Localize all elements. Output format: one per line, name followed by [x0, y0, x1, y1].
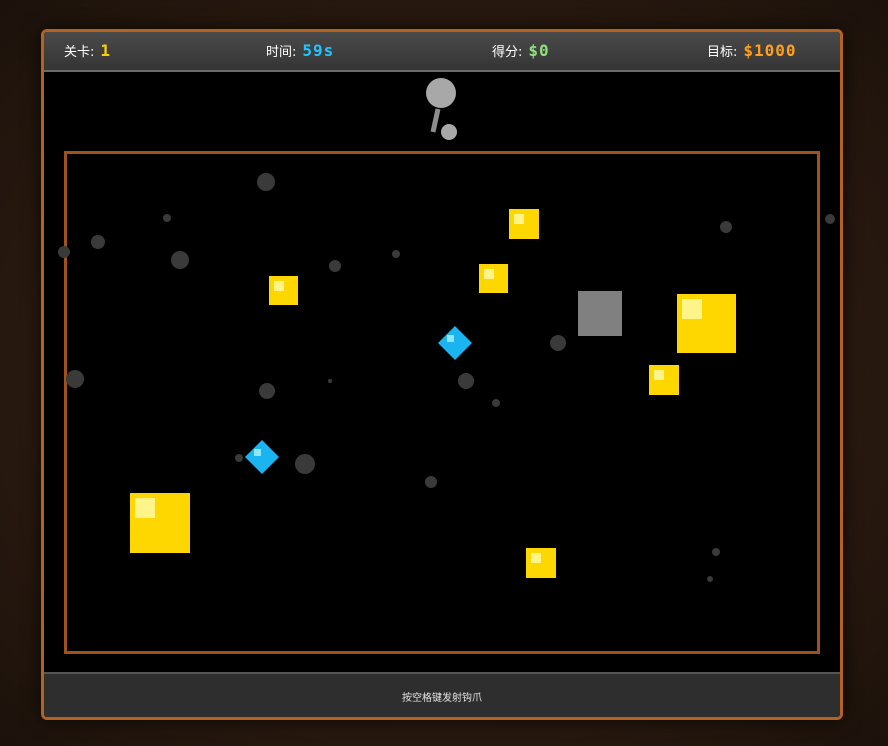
control-hint: 按空格键发射钩爪	[402, 693, 482, 704]
gold-nugget-large-1	[677, 294, 736, 353]
claw-pivot	[426, 78, 456, 108]
gold-nugget-small-4	[649, 365, 679, 395]
stone-block	[578, 291, 622, 336]
claw-hook[interactable]	[426, 78, 457, 140]
level-label: 关卡:	[64, 45, 95, 60]
claw-rope	[430, 108, 441, 133]
claw-head	[441, 124, 457, 140]
level-value: 1	[100, 41, 112, 60]
time-value: 59s	[302, 41, 335, 60]
gold-nugget-small-3	[479, 264, 508, 293]
goal-label: 目标:	[707, 45, 738, 60]
mine-scene	[58, 78, 835, 582]
level-stat: 关卡: 1	[64, 41, 111, 60]
score-value: $0	[528, 41, 550, 60]
diamond-1	[438, 326, 472, 360]
footer-bar: 按空格键发射钩爪	[44, 672, 840, 717]
gold-nugget-large-2	[130, 493, 190, 553]
goal-value: $1000	[743, 41, 797, 60]
time-stat: 时间: 59s	[266, 41, 334, 60]
gold-nugget-small-1	[509, 209, 539, 239]
game-frame: 关卡: 1 时间: 59s 得分: $0 目标: $1000 按空格键发射钩爪	[41, 29, 843, 720]
mine-playfield[interactable]	[44, 72, 840, 672]
score-label: 得分:	[492, 45, 523, 60]
score-stat: 得分: $0	[492, 41, 550, 60]
gold-nugget-small-2	[269, 276, 298, 305]
time-label: 时间:	[266, 45, 297, 60]
hud-bar: 关卡: 1 时间: 59s 得分: $0 目标: $1000	[44, 32, 840, 72]
goal-stat: 目标: $1000	[707, 41, 797, 60]
gold-nugget-small-5	[526, 548, 556, 578]
diamond-2	[245, 440, 279, 474]
